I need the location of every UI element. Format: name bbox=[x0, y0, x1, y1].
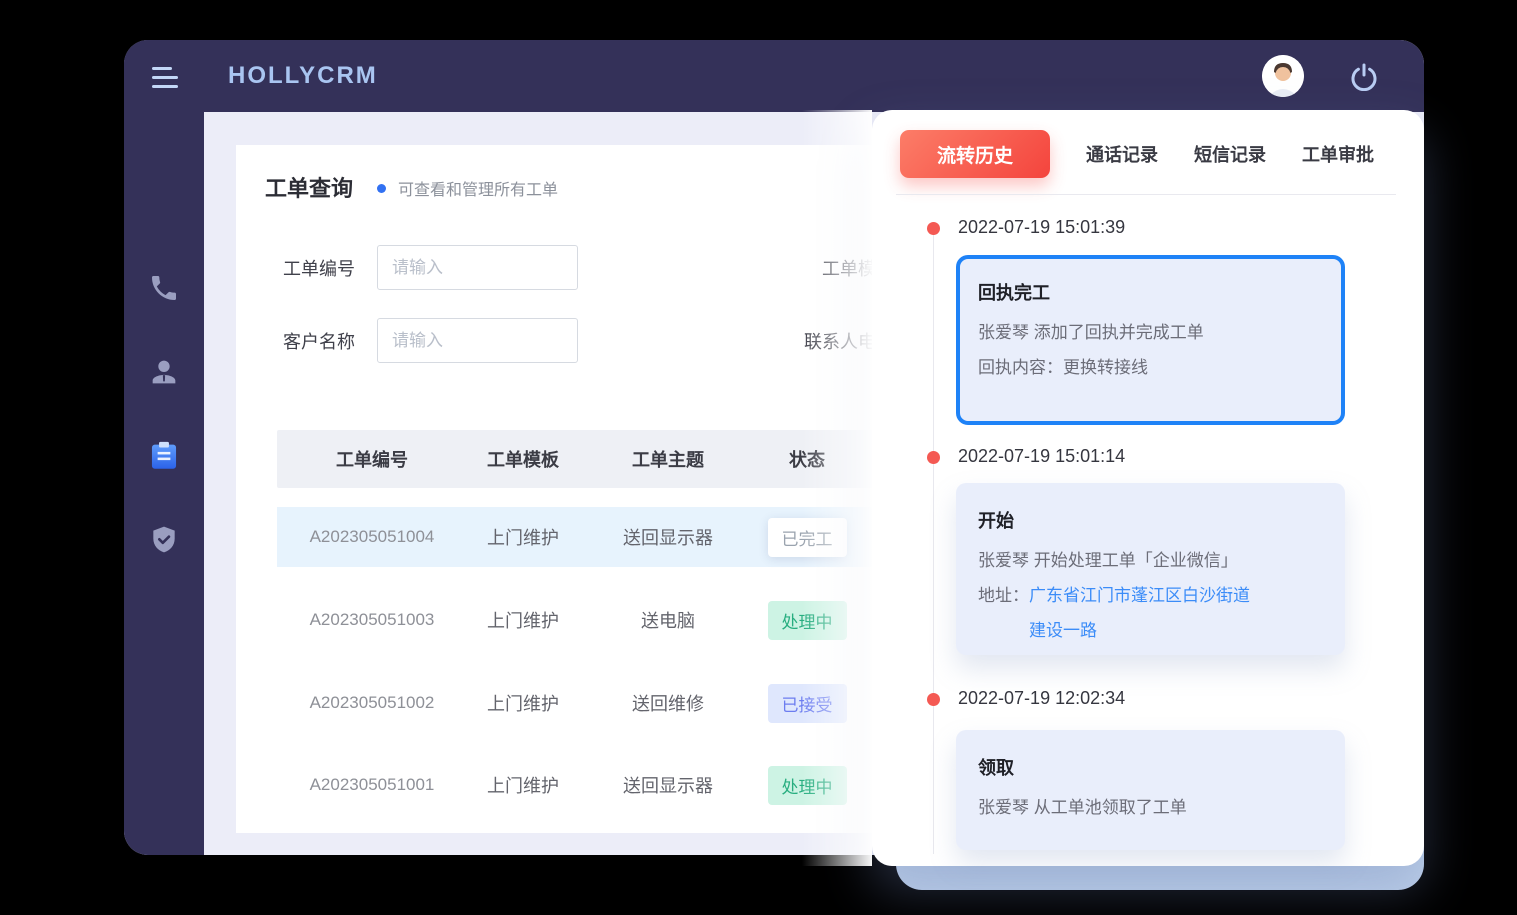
timeline-timestamp: 2022-07-19 15:01:39 bbox=[958, 217, 1125, 238]
power-icon[interactable] bbox=[1348, 60, 1380, 92]
sidebar-item-work-orders[interactable] bbox=[144, 436, 184, 476]
screenshot-stage: HOLLYCRM bbox=[0, 0, 1517, 915]
page-title: 工单查询 bbox=[265, 171, 353, 203]
clipboard-icon bbox=[147, 439, 181, 473]
table-row[interactable]: A202305051002 上门维护 送回维修 已接受 bbox=[277, 673, 877, 733]
col-header-subject: 工单主题 bbox=[632, 446, 704, 472]
shield-check-icon bbox=[148, 524, 180, 556]
table-row[interactable]: A202305051003 上门维护 送电脑 处理中 bbox=[277, 590, 877, 650]
sidebar-item-contacts[interactable] bbox=[144, 352, 184, 392]
field-label-customer: 客户名称 bbox=[236, 328, 355, 354]
customer-name-input[interactable] bbox=[377, 318, 578, 363]
tab-sms-records[interactable]: 短信记录 bbox=[1194, 141, 1266, 167]
col-header-template: 工单模板 bbox=[487, 446, 559, 472]
table-row[interactable]: A202305051004 上门维护 送回显示器 已完工 bbox=[277, 507, 877, 567]
timeline-timestamp: 2022-07-19 15:01:14 bbox=[958, 446, 1125, 467]
person-icon bbox=[147, 355, 181, 389]
tabs-divider bbox=[896, 194, 1396, 195]
field-label-order-id: 工单编号 bbox=[236, 255, 355, 281]
tab-order-approval[interactable]: 工单审批 bbox=[1302, 141, 1374, 167]
address-label: 地址： bbox=[978, 586, 1029, 605]
col-header-order-id: 工单编号 bbox=[336, 446, 408, 472]
table-header: 工单编号 工单模板 工单主题 状态 bbox=[277, 430, 877, 488]
timeline-timestamp: 2022-07-19 12:02:34 bbox=[958, 688, 1125, 709]
app-logo: HOLLYCRM bbox=[228, 62, 378, 90]
timeline-dot bbox=[927, 693, 940, 706]
panel-tabs: 流转历史 通话记录 短信记录 工单审批 bbox=[900, 130, 1374, 178]
timeline-line bbox=[933, 234, 934, 854]
timeline-card-start[interactable]: 开始 张爱琴 开始处理工单「企业微信」 地址：广东省江门市蓬江区白沙街道建设一路 bbox=[956, 483, 1345, 655]
page-subtitle: 可查看和管理所有工单 bbox=[398, 174, 558, 200]
address-link[interactable]: 广东省江门市蓬江区白沙街道建设一路 bbox=[1029, 578, 1261, 648]
timeline-card-receipt-complete[interactable]: 回执完工 张爱琴 添加了回执并完成工单 回执内容：更换转接线 bbox=[956, 255, 1345, 425]
menu-icon[interactable] bbox=[152, 67, 178, 88]
user-avatar[interactable] bbox=[1262, 55, 1304, 97]
subtitle-dot-icon bbox=[377, 184, 386, 193]
order-id-input[interactable] bbox=[377, 245, 578, 290]
table-row[interactable]: A202305051001 上门维护 送回显示器 处理中 bbox=[277, 755, 877, 815]
timeline-dot bbox=[927, 451, 940, 464]
history-panel: 流转历史 通话记录 短信记录 工单审批 2022-07-19 15:01:39 … bbox=[872, 110, 1424, 866]
timeline-card-claim[interactable]: 领取 张爱琴 从工单池领取了工单 bbox=[956, 730, 1345, 850]
tab-flow-history[interactable]: 流转历史 bbox=[900, 130, 1050, 178]
timeline-dot bbox=[927, 222, 940, 235]
phone-icon bbox=[148, 272, 180, 304]
sidebar-item-security[interactable] bbox=[144, 520, 184, 560]
sidebar-item-phone[interactable] bbox=[144, 268, 184, 308]
tab-call-records[interactable]: 通话记录 bbox=[1086, 141, 1158, 167]
